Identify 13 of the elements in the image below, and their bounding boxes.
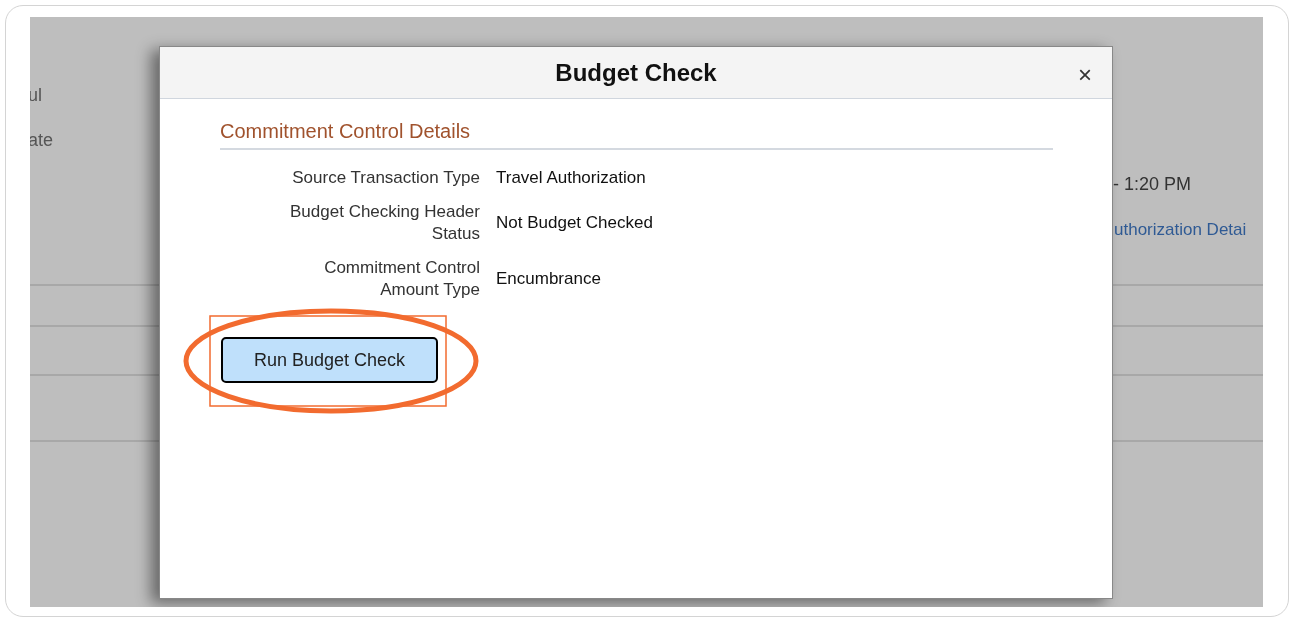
run-budget-check-button[interactable]: Run Budget Check [221,337,438,383]
dialog-title: Budget Check [555,57,717,88]
field-label: Commitment Control Amount Type [323,257,480,301]
field-label: Budget Checking Header Status [289,201,480,245]
background-link[interactable]: uthorization Detai [1114,219,1263,240]
field-value: Not Budget Checked [496,212,653,234]
background-label: ul [30,85,43,106]
close-button[interactable]: × [1078,63,1092,87]
background-time: - 1:20 PM [1113,174,1193,195]
section-title: Commitment Control Details [220,120,471,142]
field-value: Travel Authorization [496,167,646,189]
field-label: Source Transaction Type [291,167,480,189]
field-value: Encumbrance [496,268,601,290]
